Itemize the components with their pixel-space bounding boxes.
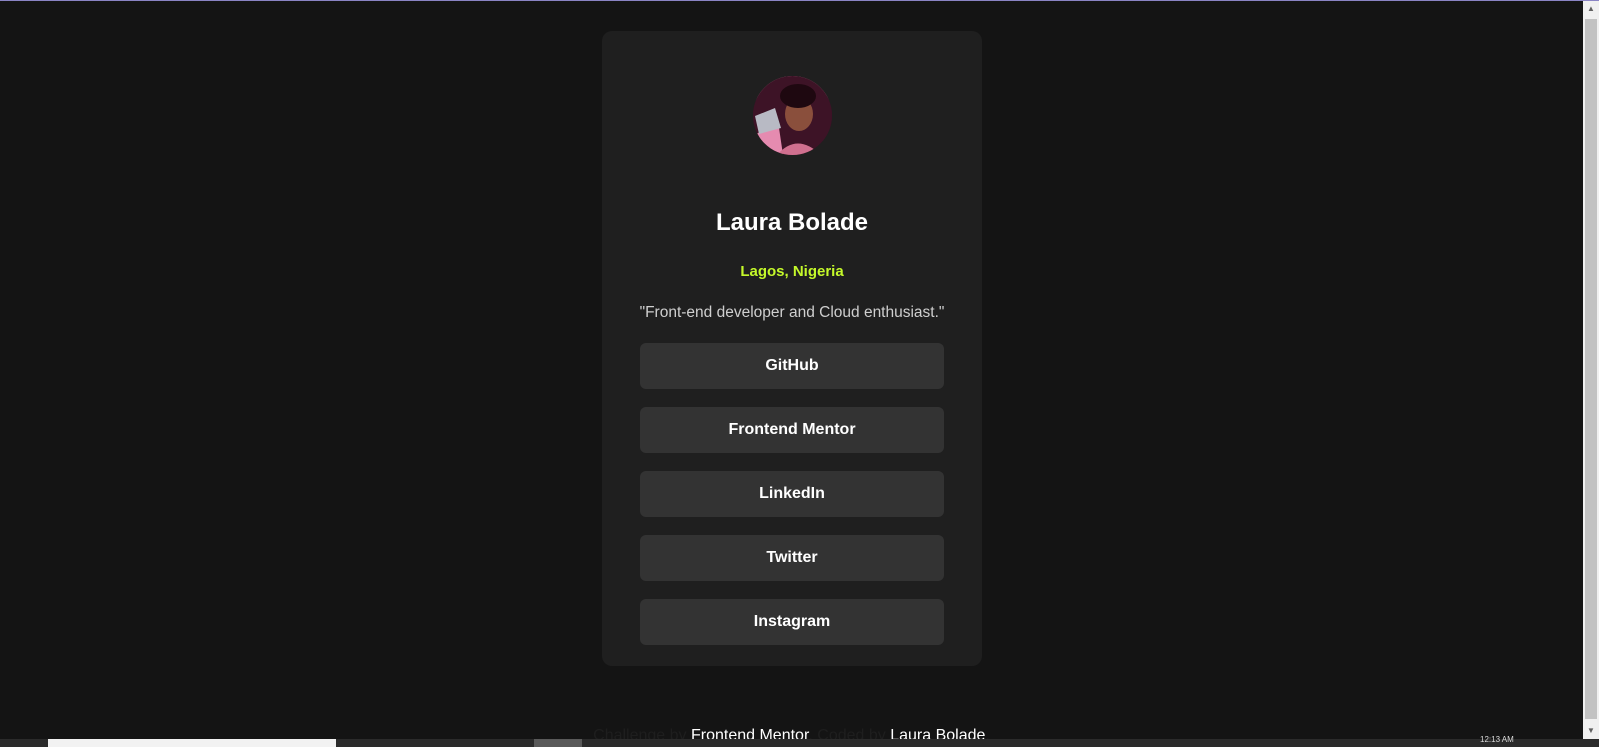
scroll-down-arrow-icon[interactable]: ▼ [1583, 723, 1599, 739]
profile-card: Laura Bolade Lagos, Nigeria "Front-end d… [602, 31, 982, 666]
taskbar: 12:13 AM [0, 735, 1599, 747]
profile-name: Laura Bolade [715, 209, 869, 236]
vertical-scrollbar[interactable]: ▲ ▼ [1583, 1, 1599, 739]
linkedin-link-button[interactable]: LinkedIn [640, 471, 944, 517]
taskbar-search-box[interactable] [48, 739, 336, 747]
instagram-link-button[interactable]: Instagram [640, 599, 944, 645]
github-link-button[interactable]: GitHub [640, 343, 944, 389]
avatar [753, 76, 832, 155]
profile-bio: "Front-end developer and Cloud enthusias… [639, 304, 945, 321]
profile-location: Lagos, Nigeria [740, 263, 844, 280]
page: Laura Bolade Lagos, Nigeria "Front-end d… [0, 1, 1583, 744]
scroll-up-arrow-icon[interactable]: ▲ [1583, 1, 1599, 17]
taskbar-app-button[interactable] [534, 739, 582, 747]
twitter-link-button[interactable]: Twitter [640, 535, 944, 581]
frontend-mentor-link-button[interactable]: Frontend Mentor [640, 407, 944, 453]
taskbar-clock: 12:13 AM [1480, 735, 1514, 744]
scrollbar-thumb[interactable] [1585, 19, 1597, 719]
avatar-photo-icon [753, 76, 832, 155]
social-links: GitHub Frontend Mentor LinkedIn Twitter … [640, 343, 944, 663]
